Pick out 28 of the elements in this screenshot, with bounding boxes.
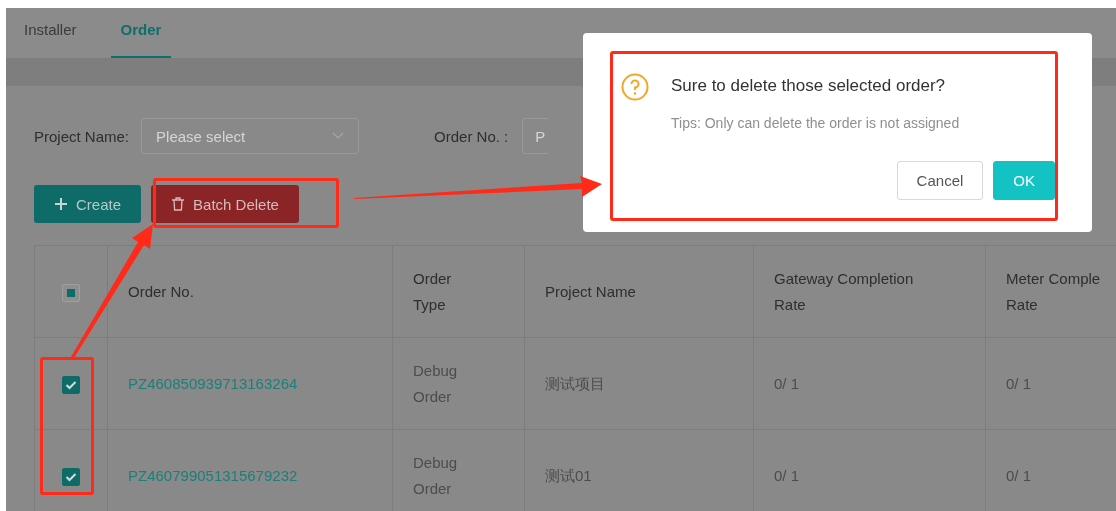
table-cell: 测试项目	[524, 337, 754, 430]
check-icon	[65, 379, 77, 390]
chevron-icon	[332, 132, 345, 140]
cancel-button[interactable]: Cancel	[896, 161, 984, 200]
field-label: Order No. :	[434, 127, 509, 145]
table-cell: Debug Order	[392, 337, 525, 430]
trash-icon	[171, 197, 186, 211]
batch-delete-button[interactable]: Batch Delete	[151, 185, 299, 223]
order-link[interactable]: PZ460850939713163264	[107, 337, 393, 430]
dialog-tip: Tips: Only can delete the order is not assigned	[671, 115, 961, 131]
tab[interactable]: Installer	[14, 8, 87, 58]
column-header: Meter Comple Rate	[985, 245, 1116, 338]
field-label: Project Name:	[34, 127, 130, 145]
column-header: Project Name	[524, 245, 754, 338]
check-icon	[65, 471, 77, 482]
table-cell: 0/ 1	[753, 337, 986, 430]
project-select[interactable]: Please select	[141, 118, 360, 154]
column-header: Gateway Completion Rate	[753, 245, 986, 338]
ok-button[interactable]: OK	[993, 161, 1055, 200]
order-no-field[interactable]: P	[522, 118, 549, 154]
plus-icon	[54, 197, 68, 211]
create-button[interactable]: Create	[34, 185, 142, 223]
question-icon	[621, 73, 649, 101]
checkbox[interactable]	[62, 375, 80, 394]
dialog-title: Sure to delete those selected order?	[671, 76, 946, 97]
column-header: Order Type	[392, 245, 525, 338]
checkbox[interactable]	[62, 467, 80, 486]
checkbox[interactable]	[62, 283, 80, 302]
